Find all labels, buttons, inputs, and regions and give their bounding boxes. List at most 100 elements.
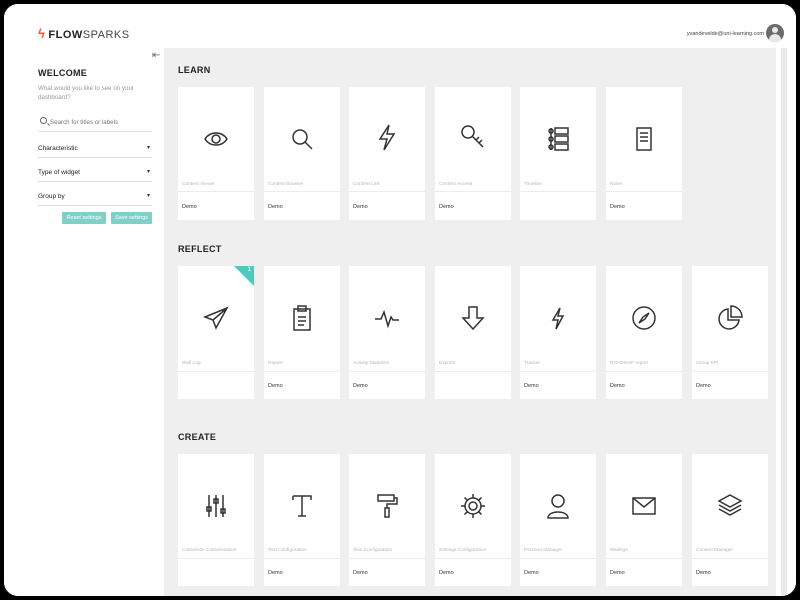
card-tag: Demo bbox=[524, 383, 539, 389]
card-tag: Demo bbox=[524, 570, 539, 576]
card-tag: Demo bbox=[610, 383, 625, 389]
logo-bolt-icon: ϟ bbox=[38, 26, 46, 41]
card-tag: Demo bbox=[353, 204, 368, 210]
widget-card[interactable]: Text Configuration Demo bbox=[264, 454, 340, 586]
widget-area: LEARN Content Viewer Demo Content Browse… bbox=[164, 48, 776, 596]
activity-icon bbox=[373, 304, 401, 332]
section-title-learn: LEARN bbox=[178, 65, 211, 75]
caret-down-icon: ▾ bbox=[146, 145, 150, 151]
text-icon bbox=[288, 492, 316, 520]
widget-card[interactable]: Notes Demo bbox=[606, 87, 682, 220]
person-icon bbox=[544, 492, 572, 520]
card-name: Tracker bbox=[524, 361, 541, 366]
user-email: yvandevelde@uni-learning.com bbox=[686, 31, 764, 37]
widget-card[interactable]: Activity Statistics Demo bbox=[349, 266, 425, 399]
reset-settings-button[interactable]: Reset settings bbox=[62, 212, 106, 224]
arrow-down-icon bbox=[459, 304, 487, 332]
widget-card[interactable]: Report Demo bbox=[264, 266, 340, 399]
card-name: Mailings bbox=[610, 548, 628, 553]
card-tag: Demo bbox=[268, 570, 283, 576]
mail-icon bbox=[630, 492, 658, 520]
gear-icon bbox=[459, 492, 487, 520]
widget-card[interactable]: Mailings Demo bbox=[606, 454, 682, 586]
widget-card[interactable]: Settings Configuration Demo bbox=[435, 454, 511, 586]
card-name: Settings Configuration bbox=[439, 548, 487, 553]
widget-card[interactable]: ROADMAP report Demo bbox=[606, 266, 682, 399]
widget-card[interactable]: Tracker Demo bbox=[520, 266, 596, 399]
card-name: Wall Log bbox=[182, 361, 201, 366]
flowsparks-logo[interactable]: ϟ FLOWSPARKS bbox=[38, 26, 130, 41]
caret-down-icon: ▾ bbox=[146, 169, 150, 175]
widget-card[interactable]: Content Access Demo bbox=[435, 87, 511, 220]
timeline-icon bbox=[544, 125, 572, 153]
top-bar: ϟ FLOWSPARKS yvandevelde@uni-learning.com bbox=[4, 4, 796, 48]
card-name: Notes bbox=[610, 182, 623, 187]
card-name: Content Access bbox=[439, 182, 473, 187]
badge-count: 1 bbox=[247, 267, 251, 273]
search-box[interactable] bbox=[38, 114, 152, 132]
card-name: Content Manager bbox=[696, 548, 734, 553]
widget-card[interactable]: 1 Wall Log bbox=[178, 266, 254, 399]
card-name: Text Configuration bbox=[268, 548, 307, 553]
widget-card[interactable]: Persona Manager Demo bbox=[520, 454, 596, 586]
caret-down-icon: ▾ bbox=[146, 193, 150, 199]
paper-plane-icon bbox=[202, 304, 230, 332]
card-name: Skin Configuration bbox=[353, 548, 393, 553]
widget-card[interactable]: Customize Customization bbox=[178, 454, 254, 586]
filter-widget-type[interactable]: Type of widget ▾ bbox=[38, 164, 152, 182]
card-name: Group KPI bbox=[696, 361, 719, 366]
card-tag: Demo bbox=[268, 383, 283, 389]
card-name: Report bbox=[268, 361, 283, 366]
card-tag: Demo bbox=[696, 383, 711, 389]
app-window: ϟ FLOWSPARKS yvandevelde@uni-learning.com… bbox=[4, 4, 796, 596]
scrollbar-thumb[interactable] bbox=[781, 48, 787, 596]
welcome-heading: WELCOME bbox=[38, 68, 88, 78]
card-tag: Demo bbox=[610, 570, 625, 576]
notification-badge bbox=[234, 266, 254, 286]
filter-characteristic[interactable]: Characteristic ▾ bbox=[38, 140, 152, 158]
collapse-sidebar-icon[interactable]: ⇤ bbox=[152, 50, 160, 61]
widget-card[interactable]: Content Link Demo bbox=[349, 87, 425, 220]
card-name: ROADMAP report bbox=[610, 361, 649, 366]
card-name: Exports bbox=[439, 361, 456, 366]
filter-label: Group by bbox=[38, 193, 65, 200]
card-name: Content Viewer bbox=[182, 182, 215, 187]
user-avatar[interactable] bbox=[766, 24, 784, 42]
filter-label: Characteristic bbox=[38, 145, 78, 152]
widget-card[interactable]: Skin Configuration Demo bbox=[349, 454, 425, 586]
card-name: Timeline bbox=[524, 182, 542, 187]
widget-card[interactable]: Timeline bbox=[520, 87, 596, 220]
lightning-icon bbox=[373, 123, 401, 151]
sliders-icon bbox=[202, 492, 230, 520]
search-input[interactable] bbox=[50, 116, 150, 128]
search-icon bbox=[40, 117, 47, 124]
widget-card[interactable]: Content Viewer Demo bbox=[178, 87, 254, 220]
filter-group-by[interactable]: Group by ▾ bbox=[38, 188, 152, 206]
compass-icon bbox=[630, 304, 658, 332]
welcome-intro: What would you like to see on your dashb… bbox=[38, 85, 134, 101]
card-name: Customize Customization bbox=[182, 548, 237, 553]
card-name: Persona Manager bbox=[524, 548, 563, 553]
avatar-body bbox=[769, 34, 781, 42]
widget-card[interactable]: Content Manager Demo bbox=[692, 454, 768, 586]
lightning-icon bbox=[544, 304, 572, 332]
scrollbar[interactable] bbox=[776, 48, 796, 596]
card-tag: Demo bbox=[610, 204, 625, 210]
key-icon bbox=[459, 123, 487, 151]
widget-card[interactable]: Exports bbox=[435, 266, 511, 399]
section-title-create: CREATE bbox=[178, 432, 217, 442]
filter-label: Type of widget bbox=[38, 169, 80, 176]
card-tag: Demo bbox=[268, 204, 283, 210]
document-icon bbox=[630, 125, 658, 153]
avatar-head bbox=[772, 27, 778, 33]
card-tag: Demo bbox=[353, 383, 368, 389]
card-tag: Demo bbox=[696, 570, 711, 576]
layers-icon bbox=[716, 492, 744, 520]
logo-sparks-text: SPARKS bbox=[82, 29, 130, 41]
widget-card[interactable]: Content Browser Demo bbox=[264, 87, 340, 220]
clipboard-icon bbox=[288, 304, 316, 332]
widget-card[interactable]: Group KPI Demo bbox=[692, 266, 768, 399]
card-tag: Demo bbox=[353, 570, 368, 576]
save-settings-button[interactable]: Save settings bbox=[111, 212, 152, 224]
pie-chart-icon bbox=[716, 304, 744, 332]
